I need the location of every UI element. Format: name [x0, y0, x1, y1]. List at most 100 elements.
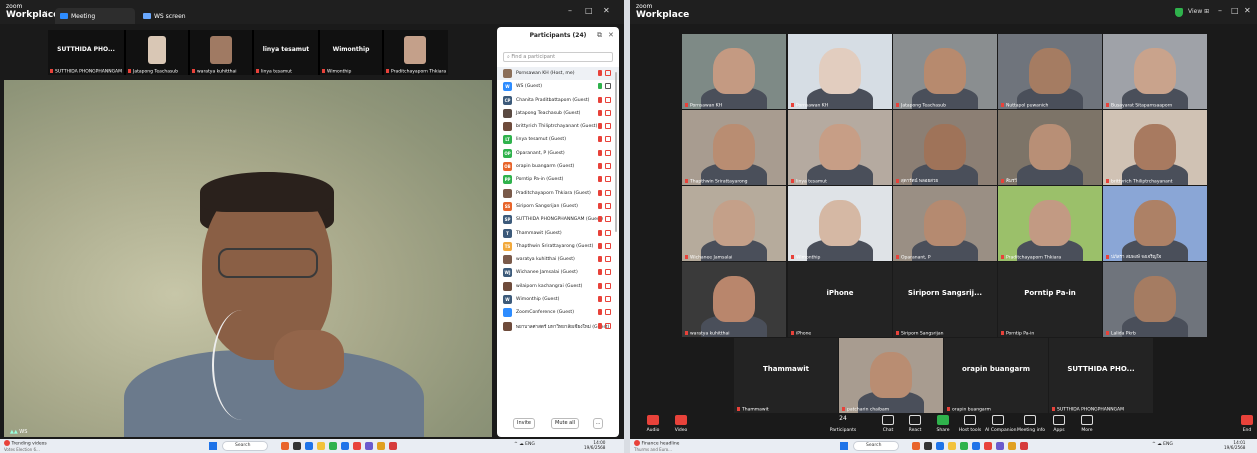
close-button[interactable]: ✕ [603, 6, 610, 15]
participant-row[interactable]: Jatapong Teachasub (Guest) [497, 107, 619, 120]
participant-row[interactable]: พยาบาลศาสตร์ มหาวิทยาลัยเชียงใหม่ (Guest… [497, 320, 619, 333]
video-tile[interactable]: Siriporn Sangsrij... Siriporn Sangsrijan [893, 262, 997, 337]
participant-row[interactable]: waratya kuhitthai (Guest) [497, 253, 619, 266]
strip-tile[interactable]: linya tesamut linya tesamut [254, 30, 318, 75]
video-tile[interactable]: Porntip Pa-in Porntip Pa-in [998, 262, 1102, 337]
chat-button[interactable]: Chat [875, 415, 901, 433]
video-off-icon[interactable] [605, 176, 611, 183]
strip-tile[interactable]: Praditchayaporn Thkiara [384, 30, 448, 75]
video-tile[interactable]: SUTTHIDA PHO... SUTTHIDA PHONGPHANNGAM [1049, 338, 1153, 413]
video-off-icon[interactable] [605, 256, 611, 263]
mic-muted-icon[interactable] [598, 229, 602, 236]
mic-muted-icon[interactable] [598, 282, 602, 289]
participant-row[interactable]: TS Thapthwin Srirattayarong (Guest) [497, 240, 619, 253]
react-button[interactable]: React [902, 415, 928, 433]
strip-tile[interactable]: Jatapong Teachasub [126, 30, 188, 75]
chrome-icon[interactable] [353, 442, 361, 450]
participant-row[interactable]: OP Oparanant, P (Guest) [497, 147, 619, 160]
mic-muted-icon[interactable] [598, 70, 602, 76]
app-icon[interactable] [305, 442, 313, 450]
windows-start-icon[interactable] [209, 442, 217, 450]
maximize-button[interactable]: □ [1231, 6, 1239, 15]
video-off-icon[interactable] [605, 216, 611, 223]
mic-muted-icon[interactable] [598, 269, 602, 276]
participants-button[interactable]: 24 Participants [826, 415, 860, 433]
maximize-button[interactable]: □ [585, 6, 593, 15]
strip-tile[interactable]: SUTTHIDA PHO... SUTTHIDA PHONGPHANNGAM [48, 30, 124, 75]
audio-button[interactable]: Audio [640, 415, 666, 433]
video-tile[interactable]: waratya kuhitthai [682, 262, 786, 337]
participant-row[interactable]: brittyrich Thiliptrchayanant (Guest) [497, 120, 619, 133]
participant-search-input[interactable]: ⌕ Find a participant [503, 52, 613, 62]
video-button[interactable]: Video [668, 415, 694, 433]
clock[interactable]: 14:00 19/6/2568 [584, 440, 605, 450]
app-icon[interactable] [377, 442, 385, 450]
video-tile[interactable]: orapin buangarm orapin buangarm [944, 338, 1048, 413]
video-tile[interactable]: Busayarat Sitaparnsaaporn [1103, 34, 1207, 109]
mic-muted-icon[interactable] [598, 216, 602, 223]
participant-row[interactable]: SS Siriporn Sangsrijan (Guest) [497, 200, 619, 213]
participant-row[interactable]: PP Porntip Pa-in (Guest) [497, 173, 619, 186]
mute-all-button[interactable]: Mute all [551, 418, 579, 429]
video-tile[interactable]: Wichanee Jamsalai [682, 186, 786, 261]
video-tile[interactable]: brittyrich Thiliptrchayanant [1103, 110, 1207, 185]
app-icon[interactable] [1008, 442, 1016, 450]
video-tile[interactable]: Thapthwin Srirattayarong [682, 110, 786, 185]
video-off-icon[interactable] [605, 96, 611, 103]
clock[interactable]: 14:01 19/6/2568 [1224, 440, 1245, 450]
mic-icon[interactable] [598, 83, 602, 90]
invite-button[interactable]: Invite [513, 418, 535, 429]
video-tile[interactable]: Praditchayaporn Thkiara [998, 186, 1102, 261]
video-off-icon[interactable] [605, 282, 611, 289]
video-off-icon[interactable] [605, 322, 611, 329]
mic-muted-icon[interactable] [598, 109, 602, 116]
mic-muted-icon[interactable] [598, 136, 602, 143]
video-tile[interactable]: linya tesamut [788, 110, 892, 185]
app-icon[interactable] [996, 442, 1004, 450]
meeting-info-button[interactable]: Meeting info [1017, 415, 1045, 433]
strip-tile[interactable]: waratya kuhitthai [190, 30, 252, 75]
mic-muted-icon[interactable] [598, 309, 602, 316]
end-button[interactable]: End [1234, 415, 1257, 433]
app-icon[interactable] [924, 442, 932, 450]
close-button[interactable]: ✕ [1244, 6, 1251, 15]
participant-row[interactable]: LT linya tesamut (Guest) [497, 133, 619, 146]
news-widget[interactable]: Finance headline Thurms and Euro... [634, 440, 679, 453]
app-icon[interactable] [960, 442, 968, 450]
mic-muted-icon[interactable] [598, 256, 602, 263]
mic-muted-icon[interactable] [598, 189, 602, 196]
video-off-icon[interactable] [605, 296, 611, 303]
app-icon[interactable] [281, 442, 289, 450]
tab-ws-screen[interactable]: WS screen [138, 8, 208, 24]
participant-row[interactable]: W Wimonthip (Guest) [497, 293, 619, 306]
scrollbar[interactable] [615, 72, 617, 232]
windows-start-icon[interactable] [840, 442, 848, 450]
participant-row[interactable]: SP SUTTHIDA PHONGPHANNGAM (Guest) [497, 213, 619, 226]
video-off-icon[interactable] [605, 70, 611, 76]
chevron-down-icon[interactable]: ⌄ [42, 6, 49, 15]
video-tile[interactable]: ปภัสรา สมพงษ์ จงเจริญใจ [1103, 186, 1207, 261]
ai-companion-button[interactable]: AI Companion [985, 415, 1016, 433]
video-off-icon[interactable] [605, 149, 611, 156]
chrome-icon[interactable] [984, 442, 992, 450]
share-button[interactable]: Share [930, 415, 956, 433]
participant-row[interactable]: T Thammawit (Guest) [497, 227, 619, 240]
tab-meeting[interactable]: Meeting [55, 8, 135, 24]
video-tile[interactable]: iPhone iPhone [788, 262, 892, 337]
video-off-icon[interactable] [605, 309, 611, 316]
more-button[interactable]: ... [593, 418, 603, 429]
news-widget[interactable]: Trending videos Votes Election 6... [4, 440, 47, 453]
apps-button[interactable]: Apps [1046, 415, 1072, 433]
app-icon[interactable] [389, 442, 397, 450]
app-icon[interactable] [341, 442, 349, 450]
app-icon[interactable] [293, 442, 301, 450]
video-off-icon[interactable] [605, 269, 611, 276]
app-icon[interactable] [972, 442, 980, 450]
participant-row[interactable]: Praditchayaporn Thkiara (Guest) [497, 187, 619, 200]
mic-muted-icon[interactable] [598, 123, 602, 130]
strip-tile[interactable]: Wimonthip Wimonthip [320, 30, 382, 75]
video-tile[interactable]: Pornsawan KH [788, 34, 892, 109]
video-tile[interactable]: คิมรวี [998, 110, 1102, 185]
video-tile[interactable]: Thammawit Thammawit [734, 338, 838, 413]
more-button[interactable]: More [1074, 415, 1100, 433]
